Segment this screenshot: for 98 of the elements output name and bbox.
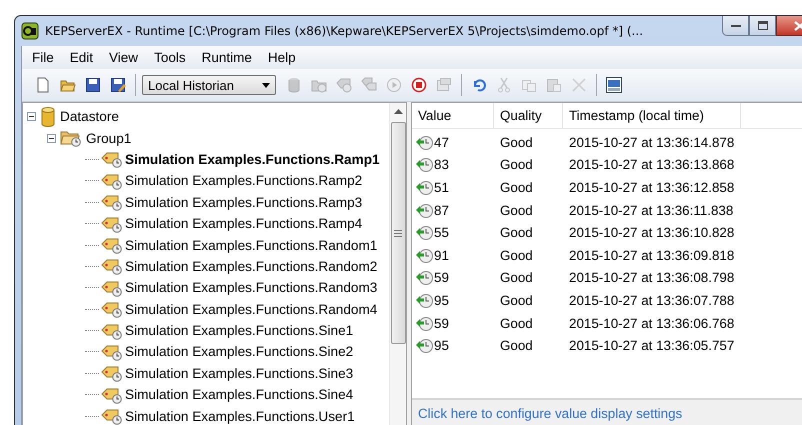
table-cell: 59	[434, 270, 449, 286]
stop-icon	[411, 77, 427, 93]
qc-button[interactable]	[603, 74, 625, 96]
table-cell-text: 2015-10-27 at 13:36:06.768	[568, 316, 736, 331]
column-header[interactable]: Timestamp (local time)	[563, 103, 741, 128]
table-cell-text: Good	[499, 292, 534, 308]
windows-icon	[436, 77, 452, 93]
scroll-up-icon[interactable]	[394, 109, 402, 114]
table-cell-text: Good	[499, 157, 534, 172]
app-icon	[21, 22, 39, 40]
table-cell: 83	[434, 157, 449, 172]
table-cell-text: 2015-10-27 at 13:36:13.868	[568, 157, 736, 172]
column-header[interactable]: Value	[412, 103, 494, 128]
table-cell-text: 2015-10-27 at 13:36:12.858	[568, 180, 736, 195]
tree-item[interactable]: Simulation Examples.Functions.Sine1	[125, 323, 354, 338]
tag-clock-icon	[101, 322, 123, 340]
tag-clock-icon	[101, 407, 123, 425]
menu-item[interactable]: Help	[260, 50, 304, 65]
tag-clock-icon	[101, 150, 123, 168]
maximize-button[interactable]	[749, 16, 776, 36]
tag-clock-icon	[101, 257, 123, 276]
tag-clock-icon	[101, 364, 123, 382]
column-header[interactable]: Quality	[494, 103, 563, 128]
tree-item[interactable]: Simulation Examples.Functions.Random4	[125, 302, 378, 317]
cut-icon	[496, 77, 512, 93]
minimize-button[interactable]	[722, 16, 749, 36]
table-cell: 95	[434, 292, 449, 308]
table-cell: 59	[434, 316, 449, 331]
tag-clock-icon	[101, 342, 123, 361]
tree-item[interactable]: Group1	[86, 130, 132, 146]
table-cell: 87	[434, 202, 449, 218]
minimize-icon	[730, 24, 740, 28]
tree-item[interactable]: Simulation Examples.Functions.Ramp3	[125, 194, 362, 210]
tree-item[interactable]: Simulation Examples.Functions.Ramp1	[125, 152, 380, 167]
tree-item[interactable]: Simulation Examples.Functions.Ramp4	[125, 216, 362, 232]
page-icon	[35, 77, 51, 93]
table-cell-text: Good	[499, 248, 534, 263]
table-cell-text: 2015-10-27 at 13:36:11.838	[568, 202, 734, 218]
historian-dropdown[interactable]: Local Historian	[142, 75, 276, 95]
menu-item[interactable]: View	[101, 50, 146, 65]
tree-item[interactable]: Simulation Examples.Functions.Random3	[125, 280, 378, 296]
table-cell-text: 2015-10-27 at 13:36:14.878	[568, 134, 736, 150]
tree-item[interactable]: Simulation Examples.Functions.Sine4	[125, 387, 354, 402]
tag-clock-icon	[101, 278, 123, 297]
table-cell-text: Good	[499, 338, 534, 354]
table-cell: 55	[434, 225, 449, 240]
table-cell-text: Good	[499, 134, 534, 150]
undo-icon	[471, 77, 487, 93]
scrollbar-track[interactable]	[389, 103, 406, 425]
table-cell-text: Good	[499, 180, 534, 195]
tree-item[interactable]: Simulation Examples.Functions.Random1	[125, 238, 378, 253]
caret-icon	[262, 82, 270, 88]
table-cell-text: 2015-10-27 at 13:36:09.818	[568, 248, 736, 263]
table-cell-text: 2015-10-27 at 13:36:07.788	[568, 292, 736, 308]
table-cell: 91	[434, 248, 449, 263]
tags-icon	[361, 77, 377, 93]
delete-icon	[571, 77, 587, 93]
table-cell-text: Good	[499, 225, 534, 240]
tag-clock-icon	[336, 77, 352, 93]
table-cell: 95	[434, 338, 449, 354]
database-icon	[40, 106, 56, 127]
maximize-icon	[758, 21, 768, 30]
play-icon	[386, 77, 402, 93]
tag-clock-icon	[101, 386, 123, 404]
tag-clock-icon	[101, 236, 123, 254]
database-icon	[286, 77, 302, 93]
scroll-thumb[interactable]	[390, 122, 406, 344]
tag-clock-icon	[101, 193, 123, 212]
collapse-toggle-icon[interactable]	[47, 134, 56, 143]
qc-monitor-icon	[606, 77, 622, 93]
table-cell-text: 2015-10-27 at 13:36:08.798	[568, 270, 736, 286]
tree-item[interactable]: Simulation Examples.Functions.Ramp2	[125, 173, 362, 188]
tree-item[interactable]: Simulation Examples.Functions.User1	[125, 408, 355, 424]
floppy-pencil-icon	[110, 77, 126, 93]
tag-clock-icon	[101, 214, 123, 233]
menu-item[interactable]: Tools	[146, 50, 194, 65]
menu-item[interactable]: Runtime	[194, 50, 260, 65]
folder-clock-icon	[60, 129, 82, 148]
tag-clock-icon	[101, 300, 123, 318]
tree-item[interactable]: Simulation Examples.Functions.Sine3	[125, 366, 354, 381]
table-cell-text: 2015-10-27 at 13:36:05.757	[568, 338, 736, 354]
table-cell-text: Good	[499, 202, 534, 218]
collapse-toggle-icon[interactable]	[27, 112, 36, 122]
table-cell-text: Good	[499, 270, 534, 286]
tag-clock-icon	[101, 172, 123, 190]
floppy-icon	[85, 77, 101, 93]
paste-icon	[546, 77, 562, 93]
menu-item[interactable]: Edit	[62, 50, 102, 65]
tree-item[interactable]: Simulation Examples.Functions.Random2	[125, 258, 378, 274]
table-cell: 47	[434, 134, 449, 150]
table-cell-text: 2015-10-27 at 13:36:10.828	[568, 225, 736, 240]
table-cell: 51	[434, 180, 449, 195]
menu-item[interactable]: File	[24, 50, 62, 65]
copy-icon	[521, 77, 537, 93]
tree-item[interactable]: Simulation Examples.Functions.Sine2	[125, 344, 354, 360]
window-title: KEPServerEX - Runtime [C:\Program Files (x86)\Kepware\KEPServerEX 5\Projects\simdemo.opf *] (...	[45, 24, 644, 38]
tree-item[interactable]: Datastore	[60, 109, 119, 124]
table-cell-text: Good	[499, 316, 534, 331]
